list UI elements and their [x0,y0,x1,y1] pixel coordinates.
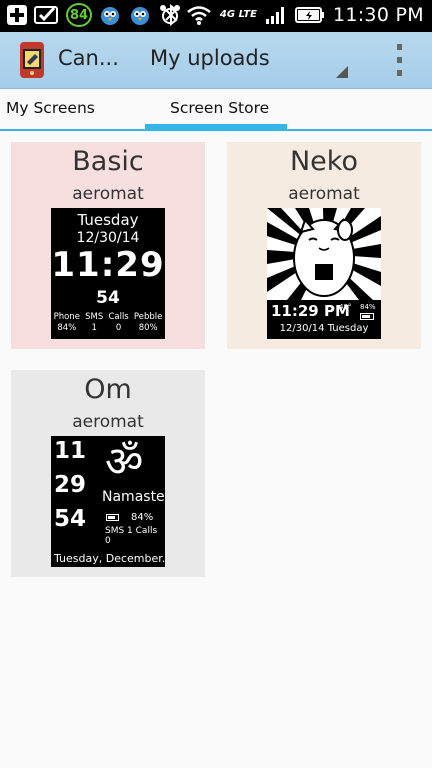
wifi-icon [186,3,212,27]
screen-card-om[interactable]: Om aeromat 11 29 54 ॐ Namaste 84% SMS 1 … [11,370,205,577]
selected-tab-indicator [145,124,287,129]
network-type-label: 4G LTE [219,9,257,20]
bluetooth-icon [164,3,178,27]
card-author: aeromat [288,184,360,204]
stat-sms: SMS 1 [85,312,104,333]
watchface-preview: Tuesday 12/30/14 11:29 54 Phone 84% SMS 1 … [51,208,165,339]
watchface-preview: 11 29 54 ॐ Namaste 84% SMS 1 Calls 0 Tue… [51,436,165,567]
app-title[interactable]: Can... [58,46,119,70]
tab-my-screens[interactable]: My Screens [6,99,95,117]
lucky-cat-illustration [267,208,381,300]
face-stats: SMS 1 Calls 0 [105,526,158,546]
bird-icon [128,3,152,27]
tasks-icon [34,3,60,27]
face-day: Tuesday [77,211,139,229]
face-time: 11:29 [51,245,165,285]
card-author: aeromat [72,412,144,432]
status-time: 11:30 PM [332,4,424,26]
screen-card-basic[interactable]: Basic aeromat Tuesday 12/30/14 11:29 54 … [11,142,205,349]
face-date: Tuesday, December... [54,552,165,565]
battery-icon [106,514,119,521]
spinner-dropdown-icon[interactable] [336,66,348,78]
uploads-spinner[interactable]: My uploads [150,46,270,70]
tab-screen-store[interactable]: Screen Store [170,99,269,117]
overflow-menu-icon[interactable] [392,44,406,76]
stat-calls: Calls 0 [108,312,129,333]
card-title: Om [84,374,132,405]
network-4g-lte-icon: 4G LTE [220,3,257,27]
face-second: 54 [54,506,87,532]
card-title: Neko [289,146,358,177]
face-date: 12/30/14 [76,230,140,246]
tab-bar: My Screens Screen Store [0,89,432,131]
face-stats: Phone 84% SMS 1 Calls 0 Pebble 80% [51,312,165,334]
card-author: aeromat [72,184,144,204]
face-seconds: 54 [96,288,120,308]
stat-pebble: Pebble 80% [133,312,163,333]
face-greeting: Namaste [102,489,165,505]
om-symbol-icon: ॐ [105,437,144,486]
status-bar: 84 4G LTE 11:30 PM [0,0,432,32]
action-bar: Can... My uploads [0,32,432,89]
signal-strength-icon [265,3,287,27]
battery-charging-icon [294,3,325,27]
face-minute: 29 [54,472,87,498]
battery-icon [360,313,374,320]
bird-icon [98,3,122,27]
face-temperature: 48° [339,303,352,311]
face-date: 12/30/14 Tuesday [279,323,369,334]
screen-card-neko[interactable]: Neko aeromat 11:29 PM 48° 84% 12/30/14 T… [227,142,421,349]
stat-phone: Phone 84% [53,312,80,333]
face-battery-level: 84% [360,303,376,311]
card-title: Basic [72,146,144,177]
face-battery-level: 84% [131,512,154,523]
add-notification-icon [6,3,28,27]
face-hour: 11 [54,438,87,464]
watchface-preview: 11:29 PM 48° 84% 12/30/14 Tuesday [267,208,381,339]
notification-count-badge: 84 [66,3,92,27]
app-logo-icon[interactable] [14,40,50,80]
